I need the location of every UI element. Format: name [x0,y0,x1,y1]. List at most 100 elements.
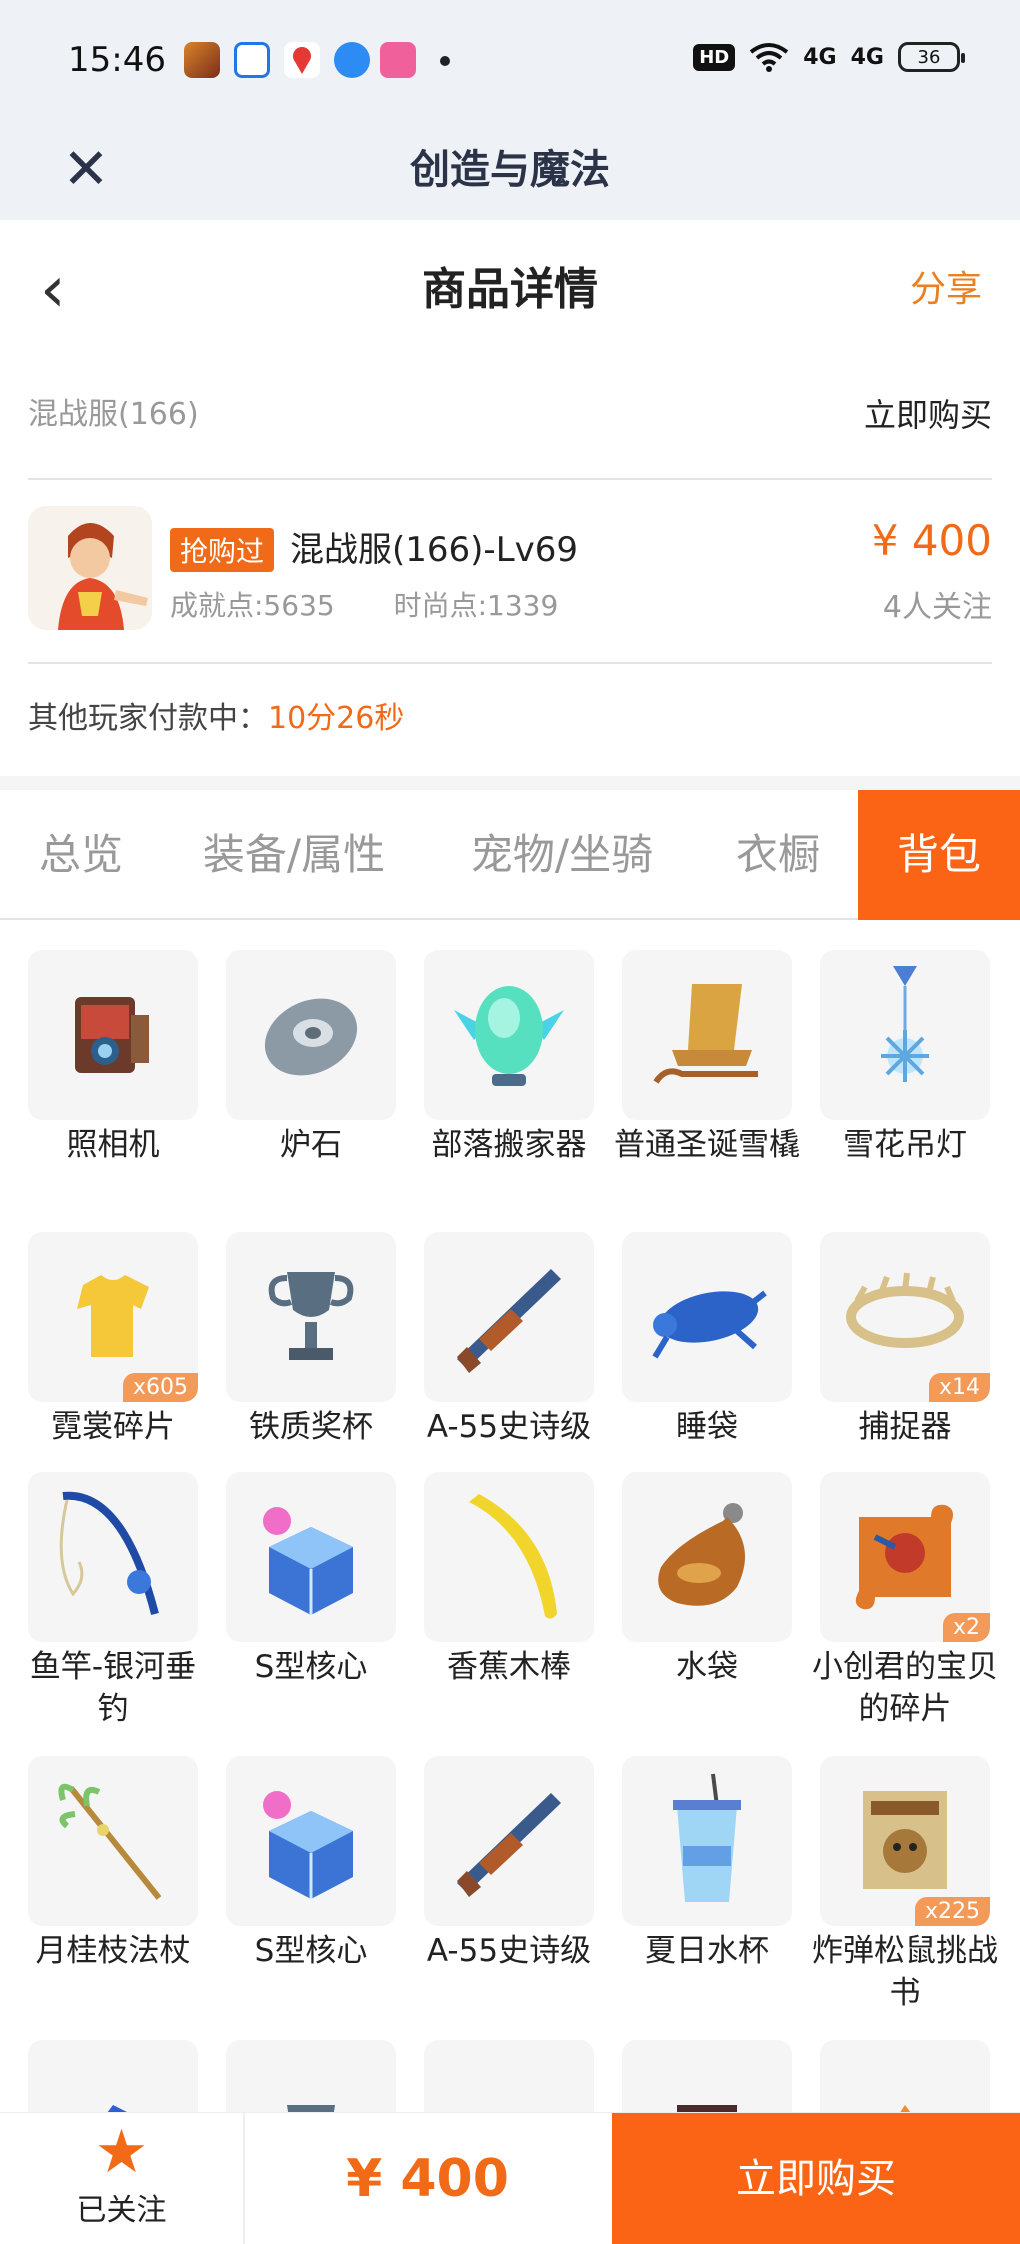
camera-icon [28,950,198,1120]
game-app-icon [184,42,220,78]
server-row: 混战服(166) 立即购买 [28,360,992,480]
hd-icon: HD [693,43,736,71]
shirt-icon: x605 [28,1232,198,1402]
buy-now-button[interactable]: 立即购买 [612,2113,1020,2244]
fashion-points: 时尚点:1339 [393,589,559,622]
tribe-mover-icon [424,950,594,1120]
item-label: 香蕉木棒 [447,1649,571,1685]
trophy-icon [226,1232,396,1402]
core-cube-icon [226,1756,396,1926]
item-label: 水袋 [676,1649,738,1685]
list-item[interactable]: 炉石 [212,950,410,1166]
status-time: 15:46 [68,40,166,80]
wifi-icon [750,43,789,72]
cup-icon [622,1756,792,1926]
wanted-poster-icon: x225 [820,1756,990,1926]
achievement-points: 成就点:5635 [170,589,335,622]
list-item[interactable]: x14 捕捉器 [806,1232,1004,1448]
list-item[interactable]: 睡袋 [608,1232,806,1448]
item-label: A-55史诗级 [426,1409,592,1445]
product-title: 混战服(166)-Lv69 [290,530,579,570]
list-item[interactable]: 普通圣诞雪橇 [608,950,806,1166]
staff-icon [28,1756,198,1926]
follower-count: 4人关注 [882,590,992,625]
item-label: 照相机 [66,1127,160,1163]
item-label: A-55史诗级 [426,1933,592,1969]
tab-pets[interactable]: 宠物/坐骑 [426,790,698,920]
item-label: S型核心 [254,1933,368,1969]
character-avatar [28,506,152,630]
item-label: 夏日水杯 [645,1933,769,1969]
item-label: 普通圣诞雪橇 [614,1127,800,1163]
hearthstone-icon [226,950,396,1120]
list-item[interactable]: 月桂枝法杖 [14,1756,212,1972]
list-item[interactable]: 夏日水杯 [608,1756,806,1972]
product-stats: 成就点:5635 时尚点:1339 [170,584,558,624]
map-pin-app-icon [284,42,320,78]
section-divider [0,776,1020,790]
list-item[interactable]: S型核心 [212,1756,410,1972]
list-item[interactable]: x225 炸弹松鼠挑战书 [806,1756,1004,2014]
tab-overview[interactable]: 总览 [0,790,162,920]
battery-icon: 36 [898,42,965,72]
list-item[interactable]: 鱼竿-银河垂钓 [14,1472,212,1730]
sled-icon [622,950,792,1120]
list-item[interactable]: 水袋 [608,1472,806,1688]
tab-backpack[interactable]: 背包 [858,790,1020,920]
snowflake-lamp-icon [820,950,990,1120]
star-icon: ★ [94,2117,149,2187]
fishing-rod-icon [28,1472,198,1642]
item-label: 霓裳碎片 [51,1409,175,1445]
item-label: 部落搬家器 [431,1127,587,1163]
status-indicators: HD 4G 4G 36 [693,42,965,72]
bilibili-app-icon [380,42,416,78]
item-label: 睡袋 [676,1409,738,1445]
list-item[interactable]: x605 霓裳碎片 [14,1232,212,1448]
share-button[interactable]: 分享 [910,220,982,360]
status-bar: 15:46 HD 4G 4G 36 [0,0,1020,120]
catcher-icon: x14 [820,1232,990,1402]
list-item[interactable]: 香蕉木棒 [410,1472,608,1688]
tab-equipment[interactable]: 装备/属性 [162,790,426,920]
paying-countdown: 10分26秒 [268,701,405,736]
product-card[interactable]: 抢购过 混战服(166)-Lv69 成就点:5635 时尚点:1339 ¥ 40… [28,480,992,664]
water-bag-icon [622,1472,792,1642]
bottom-action-bar: ★ 已关注 ¥ 400 立即购买 [0,2112,1020,2244]
follow-label: 已关注 [76,2193,167,2228]
follow-button[interactable]: ★ 已关注 [0,2113,245,2244]
gun-icon [424,1232,594,1402]
server-name: 混战服(166) [28,397,199,432]
quantity-badge: x2 [942,1613,990,1642]
banana-icon [424,1472,594,1642]
list-item[interactable]: 雪花吊灯 [806,950,1004,1166]
page-header: ‹ 商品详情 分享 [0,220,1020,360]
paying-notice: 其他玩家付款中：10分26秒 [28,664,404,774]
page-title: 商品详情 [422,264,598,315]
category-tabs: 总览 装备/属性 宠物/坐骑 衣橱 背包 [0,790,1020,920]
cube-app-icon [234,42,270,78]
item-label: 铁质奖杯 [249,1409,373,1445]
list-item[interactable]: x2 小创君的宝贝的碎片 [806,1472,1004,1730]
app-bar: ✕ 创造与魔法 [0,120,1020,220]
gun-icon [424,1756,594,1926]
tab-wardrobe[interactable]: 衣橱 [698,790,858,920]
signal-icon-2: 4G [850,44,884,70]
list-item[interactable]: A-55史诗级 [410,1232,608,1448]
list-item[interactable]: A-55史诗级 [410,1756,608,1972]
item-label: 炸弹松鼠挑战书 [812,1933,998,2011]
list-item[interactable]: 照相机 [14,950,212,1166]
browser-app-icon [334,42,370,78]
paying-label: 其他玩家付款中： [28,701,268,736]
item-label: 炉石 [280,1127,342,1163]
buy-now-link[interactable]: 立即购买 [864,360,992,470]
product-price: ¥ 400 [871,516,992,565]
list-item[interactable]: S型核心 [212,1472,410,1688]
list-item[interactable]: 部落搬家器 [410,950,608,1166]
quantity-badge: x14 [928,1373,990,1402]
more-notifications-icon [440,56,450,66]
list-item[interactable]: 铁质奖杯 [212,1232,410,1448]
purchase-tag: 抢购过 [170,528,275,572]
puzzle-icon: x2 [820,1472,990,1642]
quantity-badge: x225 [914,1897,990,1926]
item-label: 月桂枝法杖 [35,1933,191,1969]
